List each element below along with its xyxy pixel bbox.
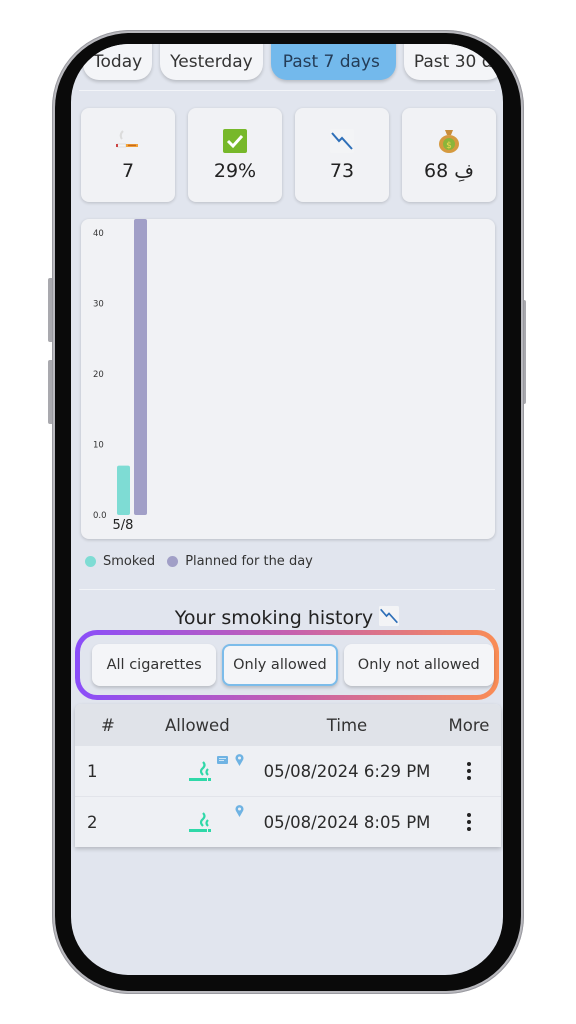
daily-chart: 0.0 10 20 30 40 5/8 [81, 219, 495, 539]
tab-yesterday[interactable]: Yesterday [160, 44, 263, 80]
filter-all-cigarettes[interactable]: All cigarettes [92, 644, 217, 686]
location-pin-icon [235, 802, 244, 821]
tab-label: Today [93, 52, 143, 72]
svg-text:$: $ [446, 141, 452, 151]
bar-chart: 0.0 10 20 30 40 5/8 [93, 219, 147, 533]
y-tick-label: 0.0 [93, 511, 107, 521]
legend-label: Smoked [103, 554, 156, 569]
allowed-cell [145, 746, 257, 796]
tab-label: Past 7 days [282, 52, 380, 72]
table-header: # Allowed Time More [75, 704, 501, 746]
y-tick-label: 30 [93, 300, 104, 310]
filter-only-not-allowed[interactable]: Only not allowed [343, 644, 494, 686]
row-time: 05/08/2024 8:05 PM [263, 812, 431, 832]
row-time: 05/08/2024 6:29 PM [263, 761, 431, 781]
money-bag-icon: $ [437, 128, 461, 154]
table-row[interactable]: 1 05/08/2024 6:29 PM [75, 746, 501, 797]
bar-planned-for-the-day[interactable] [134, 219, 147, 515]
period-tabs: Today Yesterday Past 7 days Past 30 d [83, 44, 503, 82]
tab-label: Yesterday [170, 52, 253, 72]
legend-item-smoked: Smoked [85, 554, 155, 569]
check-mark-icon [223, 128, 247, 154]
history-title: Your smoking history [71, 606, 503, 631]
location-pin-icon [235, 751, 244, 770]
stat-value: 29% [213, 160, 257, 182]
smoking-allowed-icon [188, 812, 214, 838]
tab-today[interactable]: Today [83, 44, 153, 80]
legend-item-planned: Planned for the day [167, 554, 313, 569]
y-tick-label: 10 [93, 441, 104, 451]
legend-label: Planned for the day [185, 554, 313, 569]
chart-legend: Smoked Planned for the day [85, 554, 325, 569]
divider [79, 90, 495, 91]
column-header-more: More [448, 715, 490, 735]
stat-allowed-percent: 29% [188, 108, 282, 202]
history-filters: All cigarettes Only allowed Only not all… [80, 635, 494, 695]
tab-past-7-days[interactable]: Past 7 days [270, 44, 396, 80]
chart-decreasing-icon [330, 128, 354, 154]
column-header-number: # [101, 715, 115, 735]
filter-only-allowed[interactable]: Only allowed [222, 644, 338, 686]
app-screen: Today Yesterday Past 7 days Past 30 d 7 [71, 44, 503, 975]
stat-reduction: 73 [295, 108, 389, 202]
x-tick-label: 5/8 [113, 518, 134, 533]
more-cell [437, 813, 501, 831]
filter-highlight: All cigarettes Only allowed Only not all… [75, 630, 499, 700]
column-header-allowed: Allowed [165, 715, 230, 735]
bar-smoked[interactable] [117, 465, 130, 515]
more-options-icon[interactable] [467, 813, 471, 831]
row-number: 1 [87, 761, 98, 781]
cigarette-icon [114, 128, 142, 154]
history-table: # Allowed Time More 1 05/08/2024 6:29 PM… [75, 704, 501, 847]
filter-label: All cigarettes [106, 657, 202, 673]
column-header-time: Time [326, 715, 368, 735]
stat-value: 73 [329, 160, 355, 182]
divider [79, 589, 495, 590]
legend-swatch-smoked [85, 556, 96, 567]
chart-decreasing-icon [379, 606, 400, 631]
filter-label: Only allowed [233, 657, 327, 673]
y-tick-label: 40 [93, 229, 104, 239]
tab-label: Past 30 d [413, 52, 493, 72]
filter-label: Only not allowed [357, 657, 480, 673]
note-icon [217, 751, 228, 770]
more-options-icon[interactable] [467, 762, 471, 780]
more-cell [437, 762, 501, 780]
stat-value: 68 فِ [424, 160, 474, 182]
stat-value: 7 [121, 160, 135, 182]
history-title-text: Your smoking history [174, 607, 374, 629]
legend-swatch-planned [167, 556, 179, 567]
allowed-cell [145, 797, 257, 847]
y-tick-label: 20 [93, 370, 104, 380]
stat-cigarettes-smoked: 7 [81, 108, 175, 202]
tab-past-30-days[interactable]: Past 30 d [403, 44, 503, 80]
smoking-allowed-icon [188, 761, 214, 787]
row-number: 2 [87, 812, 98, 832]
table-row[interactable]: 2 05/08/2024 8:05 PM [75, 797, 501, 847]
stats-row: 7 29% 73 $ 68 فِ [81, 108, 496, 202]
stat-money-saved: $ 68 فِ [402, 108, 496, 202]
